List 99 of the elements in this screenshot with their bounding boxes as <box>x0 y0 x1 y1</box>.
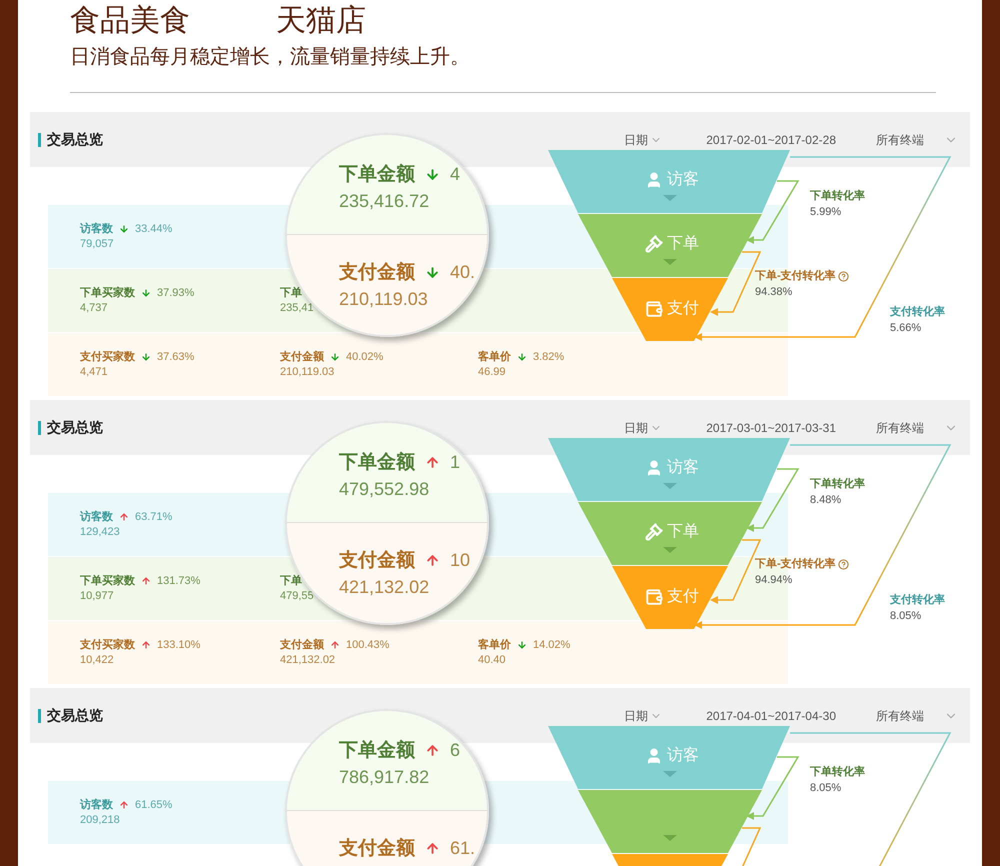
person-icon <box>645 747 663 765</box>
date-dropdown[interactable]: 日期 <box>624 418 662 436</box>
date-range: 2017-03-01~2017-03-31 <box>706 420 836 436</box>
metric-label: 访客数 <box>80 798 113 812</box>
magnified-label: 下单金额 <box>339 740 415 762</box>
magnified-value: 210,119.03 <box>339 288 429 312</box>
metric-change: 61.65% <box>135 798 172 812</box>
metric-value: 40.40 <box>478 652 507 668</box>
funnel-stage-label: 访客 <box>667 458 699 478</box>
date-dropdown[interactable]: 日期 <box>624 706 662 724</box>
metric-change: 100.43% <box>346 638 390 652</box>
metric-value: 79,057 <box>80 236 115 252</box>
metric-value: 129,423 <box>80 524 121 540</box>
metric-value: 4,737 <box>80 300 109 316</box>
metric-change: 133.10% <box>157 638 200 652</box>
rate-value: 8.48% <box>810 493 842 508</box>
metric-value: 10,977 <box>80 588 115 604</box>
rate-label: 支付转化率 <box>890 304 945 320</box>
terminal-select[interactable]: 所有终端 <box>876 418 924 436</box>
panel-title: 交易总览 <box>47 418 103 437</box>
funnel-stage-label: 下单 <box>667 522 699 542</box>
metric-value: 10,422 <box>80 652 115 668</box>
metric-value: 46.99 <box>478 364 507 380</box>
title-text: 天猫店 <box>276 4 366 38</box>
magnified-label: 支付金额 <box>339 262 415 284</box>
metric-change: 37.93% <box>157 286 194 300</box>
rate-value: 5.99% <box>810 205 842 220</box>
terminal-select[interactable]: 所有终端 <box>876 130 924 148</box>
magnified-label: 支付金额 <box>339 838 415 860</box>
metric-label: 访客数 <box>80 510 113 524</box>
funnel-stage-label: 访客 <box>667 170 699 190</box>
metric-label: 客单价 <box>478 350 511 364</box>
magnified-change: 40. <box>450 261 476 284</box>
metric-value: 479,55 <box>280 588 315 604</box>
metric-label: 支付金额 <box>280 638 324 652</box>
wallet-icon <box>645 300 663 318</box>
metric-change: 63.71% <box>135 510 172 524</box>
metric-change: 131.73% <box>157 574 200 588</box>
magnified-value: 421,132.02 <box>339 576 430 600</box>
metric-label: 支付买家数 <box>80 350 135 364</box>
magnified-change: 6 <box>450 739 460 762</box>
metric-value: 4,471 <box>80 364 109 380</box>
metric-label: 访客数 <box>80 222 113 236</box>
magnified-label: 下单金额 <box>339 164 415 186</box>
metric-value: 210,119.03 <box>280 364 336 380</box>
rate-label: 下单-支付转化率 <box>755 268 836 284</box>
metric-label: 支付买家数 <box>80 638 135 652</box>
metric-change: 3.82% <box>533 350 564 364</box>
rate-label: 下单转化率 <box>810 476 865 492</box>
metric-value: 209,218 <box>80 812 121 828</box>
date-dropdown[interactable]: 日期 <box>624 130 662 148</box>
rate-label: 下单转化率 <box>810 764 865 780</box>
rate-value: 94.94% <box>755 573 794 588</box>
panel-title: 交易总览 <box>47 706 103 725</box>
wallet-icon <box>645 588 663 606</box>
rate-value: 8.05% <box>890 609 922 624</box>
help-icon[interactable] <box>838 558 849 570</box>
funnel-stage-label: 访客 <box>667 746 699 766</box>
rate-label: 下单-支付转化率 <box>755 556 836 572</box>
gavel-icon <box>645 235 663 253</box>
rate-value: 8.05% <box>810 781 842 796</box>
person-icon <box>645 459 663 477</box>
metric-value: 235,41 <box>280 300 315 316</box>
magnified-value: 786,917.82 <box>339 766 430 789</box>
funnel-stage-label: 下单 <box>667 234 699 254</box>
funnel-stage-label: 支付 <box>667 298 699 319</box>
metric-label: 下单买家数 <box>80 286 135 300</box>
panel-title: 交易总览 <box>47 130 103 149</box>
metric-value: 421,132.02 <box>280 652 336 668</box>
metric-label: 客单价 <box>478 638 511 652</box>
rate-label: 下单转化率 <box>810 188 865 204</box>
metric-label: 下单 <box>280 286 302 300</box>
metric-change: 40.02% <box>346 350 384 364</box>
magnified-label: 支付金额 <box>339 550 415 572</box>
metric-label: 支付金额 <box>280 350 324 364</box>
magnified-value: 235,416.72 <box>339 190 430 213</box>
metric-label: 下单买家数 <box>80 574 135 588</box>
subtitle: 日消食品每月稳定增长，流量销量持续上升。 <box>70 45 471 70</box>
metric-change: 14.02% <box>533 638 570 652</box>
magnified-label: 下单金额 <box>339 452 415 474</box>
title-text: 食品美食 <box>70 4 190 38</box>
magnified-change: 1 <box>450 451 460 474</box>
funnel-stage-label: 支付 <box>667 586 699 607</box>
person-icon <box>645 171 663 189</box>
terminal-select[interactable]: 所有终端 <box>876 706 924 724</box>
magnified-change: 10 <box>450 549 470 572</box>
date-range: 2017-02-01~2017-02-28 <box>706 132 836 148</box>
rate-value: 5.66% <box>890 321 922 336</box>
magnified-change: 4 <box>450 163 460 186</box>
metric-change: 33.44% <box>135 222 172 236</box>
metric-label: 下单 <box>280 574 302 588</box>
gavel-icon <box>645 523 663 541</box>
help-icon[interactable] <box>838 270 849 282</box>
magnified-change: 61. <box>450 837 476 860</box>
metric-change: 37.63% <box>157 350 194 364</box>
rate-value: 94.38% <box>755 285 794 300</box>
rate-label: 支付转化率 <box>890 592 945 608</box>
magnified-value: 479,552.98 <box>339 478 430 501</box>
date-range: 2017-04-01~2017-04-30 <box>706 708 836 724</box>
